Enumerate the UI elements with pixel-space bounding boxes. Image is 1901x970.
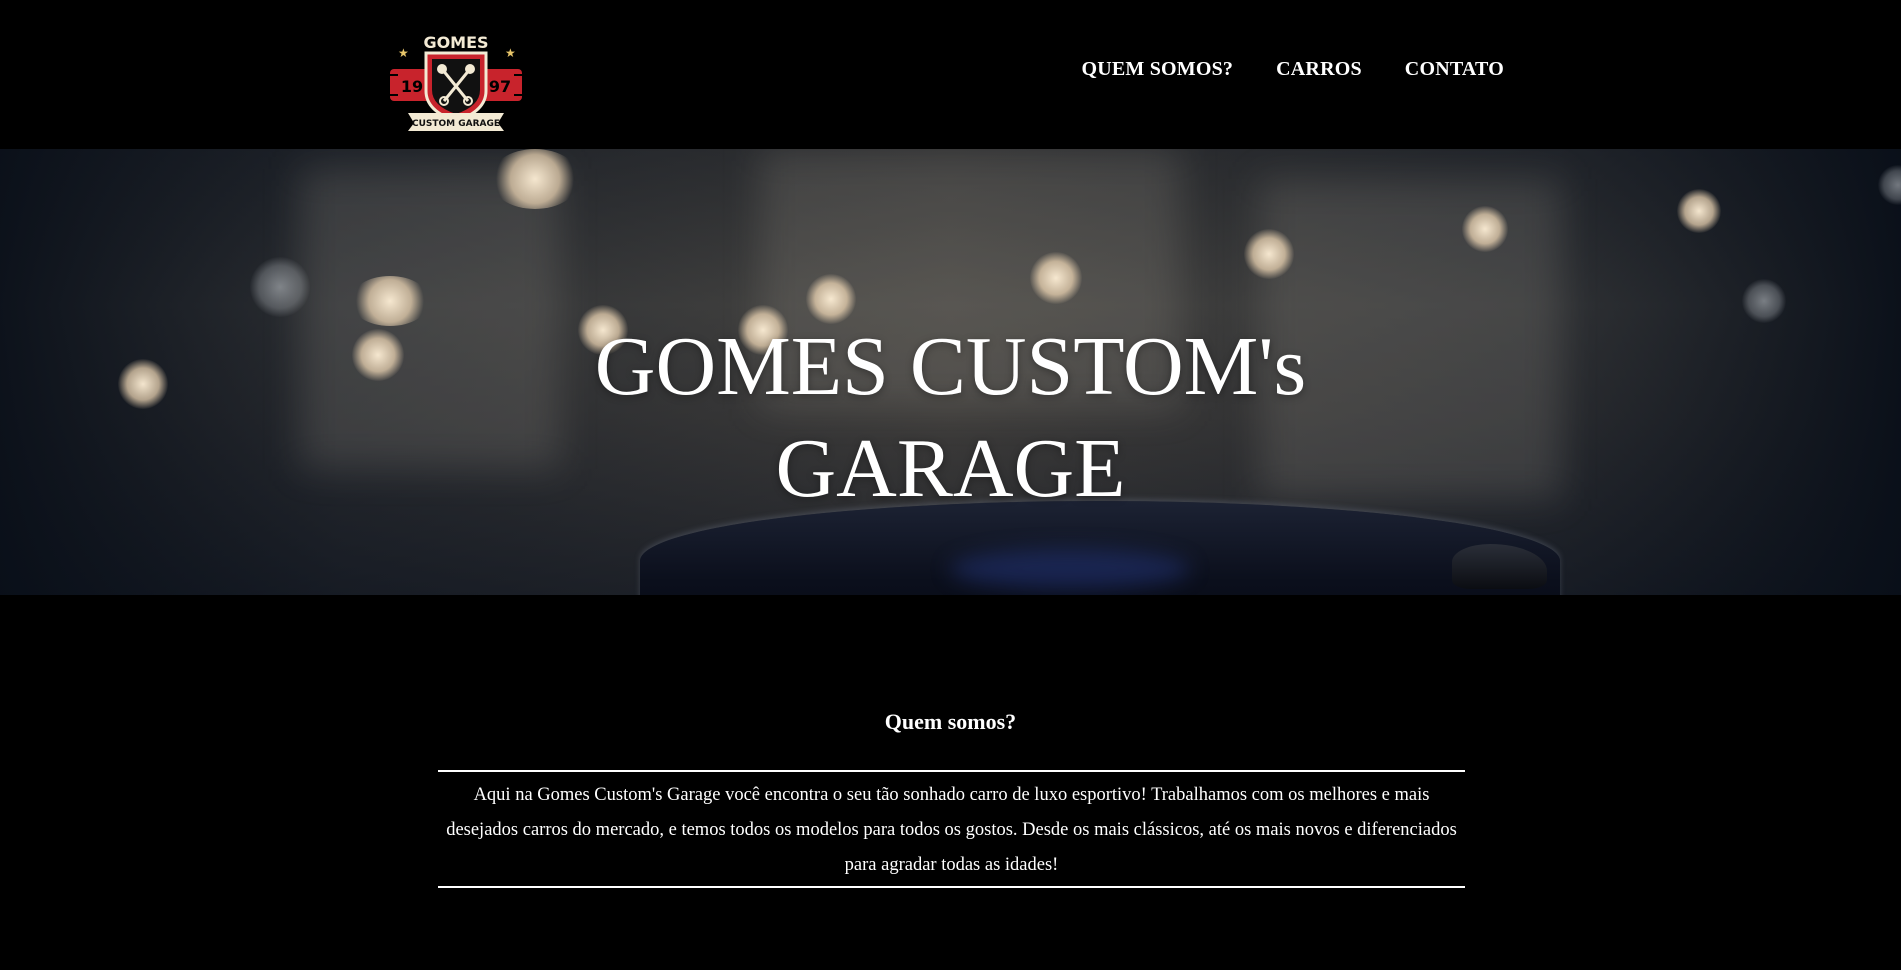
- bokeh-light: [1462, 206, 1508, 252]
- hero-title-line-2: GARAGE: [775, 422, 1126, 515]
- svg-text:19: 19: [401, 77, 423, 96]
- svg-text:★: ★: [505, 46, 516, 60]
- svg-text:GOMES: GOMES: [423, 33, 488, 52]
- main-nav: QUEM SOMOS? CARROS CONTATO: [1081, 58, 1504, 81]
- about-box: Aqui na Gomes Custom's Garage você encon…: [438, 770, 1465, 888]
- svg-text:CUSTOM GARAGE: CUSTOM GARAGE: [412, 119, 500, 129]
- garage-logo-icon: ★ ★ GOMES 19 97 CUSTOM GARAGE: [390, 33, 522, 131]
- about-heading: Quem somos?: [884, 709, 1017, 734]
- nav-item-quem-somos[interactable]: QUEM SOMOS?: [1081, 58, 1233, 81]
- bokeh-light: [1030, 252, 1082, 304]
- bokeh-light: [1244, 229, 1294, 279]
- hero-title: GOMES CUSTOM's GARAGE: [0, 316, 1901, 520]
- svg-text:97: 97: [489, 77, 511, 96]
- hero-title-line-1: GOMES CUSTOM's: [594, 320, 1307, 413]
- nav-item-contato[interactable]: CONTATO: [1405, 58, 1504, 81]
- nav-item-carros[interactable]: CARROS: [1276, 58, 1362, 81]
- brand-logo[interactable]: ★ ★ GOMES 19 97 CUSTOM GARAGE: [388, 33, 524, 131]
- bokeh-light: [1677, 189, 1721, 233]
- bokeh-light: [490, 149, 580, 209]
- site-header: ★ ★ GOMES 19 97 CUSTOM GARAGE QUEM SOMOS…: [0, 0, 1901, 149]
- car-highlight: [950, 549, 1190, 589]
- svg-text:★: ★: [398, 46, 409, 60]
- about-text: Aqui na Gomes Custom's Garage você encon…: [446, 785, 1457, 875]
- bokeh-light: [250, 257, 310, 317]
- bokeh-light: [1878, 165, 1901, 205]
- hero-banner: GOMES CUSTOM's GARAGE: [0, 149, 1901, 595]
